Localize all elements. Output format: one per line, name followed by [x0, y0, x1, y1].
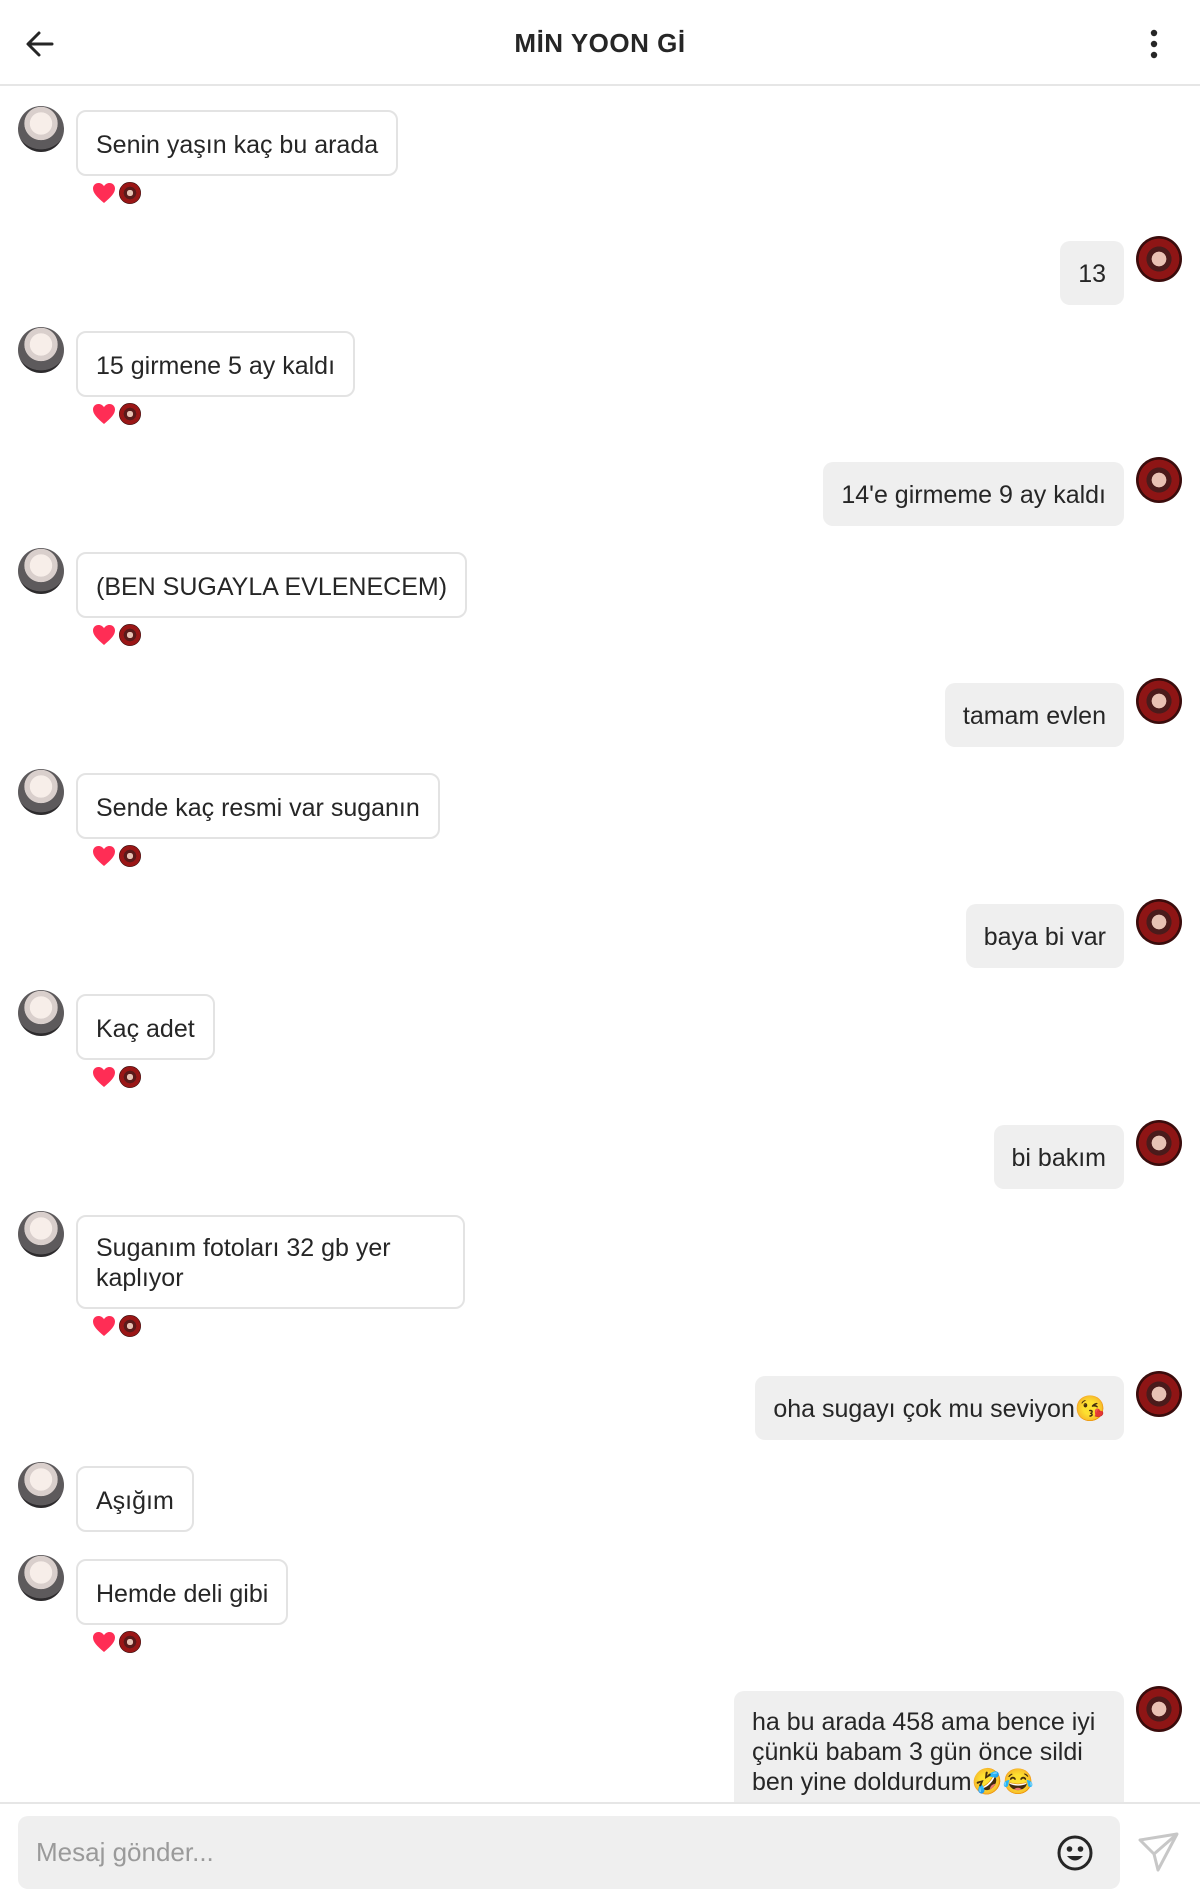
message-sent: ha bu arada 458 ama bence iyi çünkü baba… — [0, 1686, 1200, 1802]
heart-icon — [93, 1067, 115, 1087]
sender-avatar[interactable] — [18, 1211, 64, 1257]
more-options-button[interactable] — [1142, 22, 1166, 66]
message-bubble[interactable]: Kaç adet — [76, 994, 215, 1060]
message-bubble[interactable]: oha sugayı çok mu seviyon😘 — [755, 1376, 1124, 1440]
message-sent: tamam evlen — [0, 678, 1200, 758]
message-bubble[interactable]: 13 — [1060, 241, 1124, 305]
message-bubble[interactable]: baya bi var — [965, 904, 1124, 968]
message-reaction[interactable] — [92, 1064, 142, 1090]
sender-avatar[interactable] — [18, 769, 64, 815]
sender-avatar[interactable] — [18, 990, 64, 1036]
smiley-icon[interactable] — [1056, 1834, 1094, 1872]
message-reaction[interactable] — [92, 1629, 142, 1655]
reactor-avatar — [118, 1630, 142, 1654]
reactor-avatar — [118, 1065, 142, 1089]
sender-avatar[interactable] — [18, 106, 64, 152]
message-sent: oha sugayı çok mu seviyon😘 — [0, 1371, 1200, 1451]
sender-avatar[interactable] — [18, 1462, 64, 1508]
message-received: 15 girmene 5 ay kaldı — [0, 307, 1200, 426]
message-received: Senin yaşın kaç bu arada — [0, 86, 1200, 205]
message-received: Suganım fotoları 32 gb yer kaplıyor — [0, 1191, 1200, 1338]
message-bubble[interactable]: Aşığım — [76, 1466, 194, 1532]
message-bubble[interactable]: tamam evlen — [944, 683, 1124, 747]
message-bubble[interactable]: Suganım fotoları 32 gb yer kaplıyor — [76, 1215, 465, 1309]
message-bubble[interactable]: 14'e girmeme 9 ay kaldı — [823, 462, 1124, 526]
message-received: Sende kaç resmi var suganın — [0, 749, 1200, 868]
reactor-avatar — [118, 402, 142, 426]
more-vertical-icon — [1150, 29, 1158, 59]
heart-icon — [93, 183, 115, 203]
my-avatar[interactable] — [1136, 1686, 1182, 1732]
my-avatar[interactable] — [1136, 1120, 1182, 1166]
chat-title: MİN YOON Gİ — [514, 28, 686, 58]
my-avatar[interactable] — [1136, 678, 1182, 724]
my-avatar[interactable] — [1136, 899, 1182, 945]
message-bubble[interactable]: Senin yaşın kaç bu arada — [76, 110, 399, 176]
sender-avatar[interactable] — [18, 327, 64, 373]
my-avatar[interactable] — [1136, 457, 1182, 503]
message-list[interactable]: Senin yaşın kaç bu arada 13 15 girmene 5… — [0, 86, 1200, 1802]
message-bubble[interactable]: Hemde deli gibi — [76, 1559, 289, 1625]
message-received: Aşığım — [0, 1442, 1200, 1532]
reactor-avatar — [118, 1314, 142, 1338]
message-sent: 13 — [0, 236, 1200, 316]
message-sent: 14'e girmeme 9 ay kaldı — [0, 457, 1200, 537]
message-reaction[interactable] — [92, 401, 142, 427]
message-reaction[interactable] — [92, 1313, 142, 1339]
message-input[interactable] — [18, 1816, 1120, 1889]
message-received: Hemde deli gibi — [0, 1535, 1200, 1654]
chat-header: MİN YOON Gİ — [0, 0, 1200, 86]
heart-icon — [93, 1632, 115, 1652]
message-received: Kaç adet — [0, 970, 1200, 1089]
message-received: (BEN SUGAYLA EVLENECEM) — [0, 528, 1200, 647]
message-composer — [0, 1802, 1200, 1891]
reactor-avatar — [118, 844, 142, 868]
message-reaction[interactable] — [92, 843, 142, 869]
heart-icon — [93, 846, 115, 866]
message-bubble[interactable]: bi bakım — [993, 1125, 1124, 1189]
message-bubble[interactable]: Sende kaç resmi var suganın — [76, 773, 440, 839]
message-reaction[interactable] — [92, 180, 142, 206]
heart-icon — [93, 1316, 115, 1336]
my-avatar[interactable] — [1136, 236, 1182, 282]
heart-icon — [93, 404, 115, 424]
send-icon[interactable] — [1136, 1830, 1180, 1874]
reactor-avatar — [118, 181, 142, 205]
message-sent: bi bakım — [0, 1120, 1200, 1200]
sender-avatar[interactable] — [18, 1555, 64, 1601]
message-bubble[interactable]: 15 girmene 5 ay kaldı — [76, 331, 356, 397]
reactor-avatar — [118, 623, 142, 647]
message-reaction[interactable] — [92, 622, 142, 648]
message-bubble[interactable]: (BEN SUGAYLA EVLENECEM) — [76, 552, 468, 618]
my-avatar[interactable] — [1136, 1371, 1182, 1417]
message-sent: baya bi var — [0, 899, 1200, 979]
heart-icon — [93, 625, 115, 645]
sender-avatar[interactable] — [18, 548, 64, 594]
message-bubble[interactable]: ha bu arada 458 ama bence iyi çünkü baba… — [734, 1691, 1124, 1802]
